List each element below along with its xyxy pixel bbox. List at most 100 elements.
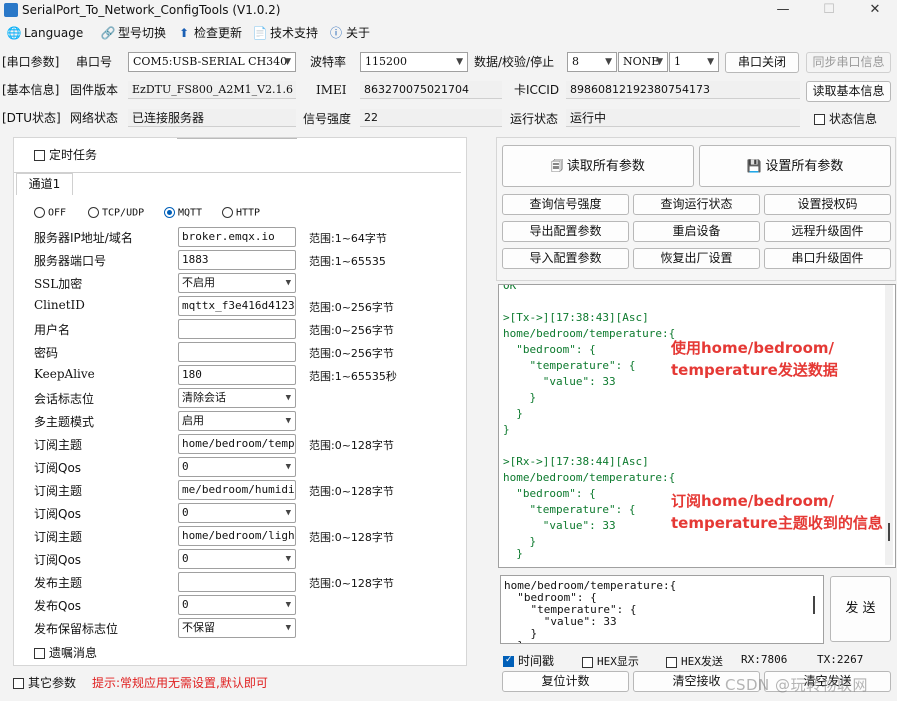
send-button[interactable]: 发 送 bbox=[830, 576, 891, 642]
port-select[interactable]: COM5:USB-SERIAL CH340 ▼ bbox=[128, 52, 296, 72]
log-line: >[Tx->][17:38:43][Asc] bbox=[503, 311, 649, 324]
log-line: } bbox=[503, 407, 523, 420]
tab-channel-1[interactable]: 通道1 bbox=[16, 173, 73, 195]
other-params-label: 其它参数 bbox=[28, 676, 77, 690]
field-range: 范围:0~256字节 bbox=[309, 347, 394, 360]
send-input[interactable]: home/bedroom/temperature:{ "bedroom": { … bbox=[500, 575, 824, 644]
sync-serial-button[interactable]: 同步串口信息 bbox=[806, 52, 891, 73]
field-label: 发布主题 bbox=[34, 576, 83, 590]
document-icon: 📄 bbox=[252, 26, 268, 40]
restart-device-button[interactable]: 重启设备 bbox=[633, 221, 760, 242]
export-config-button[interactable]: 导出配置参数 bbox=[502, 221, 629, 242]
baud-select[interactable]: 115200 ▼ bbox=[360, 52, 468, 72]
field-select-value: 不启用 bbox=[182, 276, 215, 289]
stop-bits-select[interactable]: 1 ▼ bbox=[669, 52, 719, 72]
will-message-checkbox[interactable]: 遗嘱消息 bbox=[34, 644, 97, 661]
menu-tech-support[interactable]: 📄 技术支持 bbox=[252, 24, 319, 42]
param-actions-panel: 🗐 读取所有参数 💾 设置所有参数 查询信号强度 查询运行状态 设置授权码 导出… bbox=[496, 137, 896, 281]
maximize-button[interactable]: ☐ bbox=[806, 0, 852, 20]
timer-task-checkbox[interactable]: 定时任务 bbox=[34, 146, 97, 163]
will-message-label: 遗嘱消息 bbox=[49, 646, 98, 660]
field-label: 订阅主题 bbox=[34, 530, 83, 544]
field-input[interactable] bbox=[178, 572, 296, 592]
imei-label: IMEI bbox=[316, 83, 347, 97]
protocol-off-radio[interactable]: OFF bbox=[34, 207, 66, 219]
field-input[interactable]: home/bedroom/light/ bbox=[178, 526, 296, 546]
field-select[interactable]: 不保留 ▼ bbox=[178, 618, 296, 638]
data-bits-select[interactable]: 8 ▼ bbox=[567, 52, 617, 72]
factory-reset-button[interactable]: 恢复出厂设置 bbox=[633, 248, 760, 269]
protocol-mqtt-radio[interactable]: MQTT bbox=[164, 207, 202, 219]
chevron-down-icon: ▼ bbox=[605, 57, 612, 67]
timestamp-checkbox[interactable]: 时间戳 bbox=[503, 652, 554, 669]
menu-about[interactable]: ⓘ 关于 bbox=[328, 24, 370, 42]
iccid-field: 89860812192380754173 bbox=[566, 81, 800, 99]
app-icon bbox=[4, 3, 18, 17]
chevron-down-icon: ▼ bbox=[285, 278, 291, 288]
field-label: 服务器端口号 bbox=[34, 254, 107, 268]
set-all-params-button[interactable]: 💾 设置所有参数 bbox=[699, 145, 891, 187]
chevron-down-icon: ▼ bbox=[285, 508, 291, 518]
menu-check-update[interactable]: ⬆ 检查更新 bbox=[176, 24, 242, 42]
field-label: 服务器IP地址/域名 bbox=[34, 231, 133, 245]
hex-send-checkbox[interactable]: HEX发送 bbox=[666, 653, 723, 669]
import-config-button[interactable]: 导入配置参数 bbox=[502, 248, 629, 269]
protocol-tcp-radio[interactable]: TCP/UDP bbox=[88, 207, 144, 219]
send-scroll-thumb[interactable] bbox=[813, 596, 815, 614]
minimize-button[interactable]: — bbox=[760, 0, 806, 20]
menu-model-switch[interactable]: 🔗 型号切换 bbox=[100, 24, 167, 42]
field-select[interactable]: 启用 ▼ bbox=[178, 411, 296, 431]
reset-count-button[interactable]: 复位计数 bbox=[502, 671, 629, 692]
field-select[interactable]: 0 ▼ bbox=[178, 549, 296, 569]
field-label: ClinetID bbox=[34, 298, 85, 312]
other-params-checkbox[interactable]: 其它参数 bbox=[13, 674, 76, 691]
hex-show-checkbox[interactable]: HEX显示 bbox=[582, 653, 639, 669]
close-button[interactable]: ✕ bbox=[852, 0, 897, 20]
field-input[interactable]: 1883 bbox=[178, 250, 296, 270]
set-auth-code-button[interactable]: 设置授权码 bbox=[764, 194, 891, 215]
send-line: } bbox=[504, 639, 524, 643]
checkbox-icon bbox=[34, 150, 45, 161]
parity-select[interactable]: NONE ▼ bbox=[618, 52, 668, 72]
field-label: SSL加密 bbox=[34, 277, 83, 291]
annotation-recv: 订阅home/bedroom/temperature主题收到的信息 bbox=[671, 490, 883, 534]
field-select[interactable]: 0 ▼ bbox=[178, 457, 296, 477]
radio-icon bbox=[34, 207, 45, 218]
field-select[interactable]: 不启用 ▼ bbox=[178, 273, 296, 293]
receive-log[interactable]: OK >[Tx->][17:38:43][Asc] home/bedroom/tem… bbox=[498, 284, 896, 568]
menu-language[interactable]: 🌐 Language bbox=[6, 24, 84, 42]
checkbox-icon bbox=[666, 656, 677, 668]
query-run-status-button[interactable]: 查询运行状态 bbox=[633, 194, 760, 215]
set-all-label: 设置所有参数 bbox=[765, 159, 844, 174]
tab-strip-line bbox=[14, 172, 461, 173]
read-all-params-button[interactable]: 🗐 读取所有参数 bbox=[502, 145, 694, 187]
protocol-http-radio[interactable]: HTTP bbox=[222, 207, 260, 219]
serial-upgrade-button[interactable]: 串口升级固件 bbox=[764, 248, 891, 269]
field-select[interactable]: 清除会话 ▼ bbox=[178, 388, 296, 408]
iccid-label: 卡ICCID bbox=[514, 83, 560, 97]
field-select[interactable]: 0 ▼ bbox=[178, 503, 296, 523]
serial-close-button[interactable]: 串口关闭 bbox=[725, 52, 799, 73]
field-label: 多主题模式 bbox=[34, 415, 95, 429]
log-line: "bedroom": { bbox=[503, 487, 596, 500]
chevron-down-icon: ▼ bbox=[285, 554, 291, 564]
query-signal-button[interactable]: 查询信号强度 bbox=[502, 194, 629, 215]
remote-upgrade-button[interactable]: 远程升级固件 bbox=[764, 221, 891, 242]
field-input[interactable]: home/bedroom/temper bbox=[178, 434, 296, 454]
checkbox-checked-icon bbox=[503, 655, 514, 667]
field-select[interactable]: 0 ▼ bbox=[178, 595, 296, 615]
log-scroll-thumb[interactable] bbox=[888, 523, 890, 541]
field-input[interactable]: mqttx_f3e416d412313 bbox=[178, 296, 296, 316]
field-input[interactable]: me/bedroom/humidity bbox=[178, 480, 296, 500]
status-info-checkbox[interactable]: 状态信息 bbox=[814, 110, 877, 128]
field-select-value: 启用 bbox=[182, 414, 204, 427]
chevron-down-icon: ▼ bbox=[656, 57, 663, 67]
field-input[interactable] bbox=[178, 342, 296, 362]
chevron-down-icon: ▼ bbox=[707, 57, 714, 67]
read-basic-info-button[interactable]: 读取基本信息 bbox=[806, 81, 891, 102]
field-input[interactable]: broker.emqx.io bbox=[178, 227, 296, 247]
field-select-value: 0 bbox=[182, 506, 189, 519]
field-input[interactable] bbox=[178, 319, 296, 339]
field-input[interactable]: 180 bbox=[178, 365, 296, 385]
field-label: 订阅主题 bbox=[34, 438, 83, 452]
